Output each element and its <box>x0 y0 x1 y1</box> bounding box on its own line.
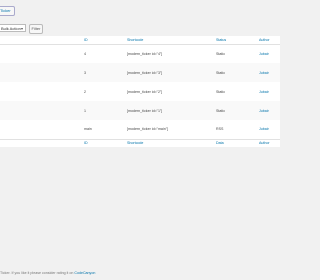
row-id: 1 <box>84 108 86 113</box>
row-spacer <box>0 101 84 120</box>
chevron-down-icon: ▾ <box>20 26 23 31</box>
column-header-shortcode[interactable]: Shortcode <box>127 36 216 44</box>
row-status: Static <box>216 108 225 113</box>
row-shortcode: [modern_ticker id="main"] <box>127 127 169 132</box>
table-row: 3 [modern_ticker id="3"] Static Jubair <box>0 63 280 82</box>
row-author-link[interactable]: Jubair <box>259 101 280 120</box>
table-row: 4 [modern_ticker id="4"] Static Jubair <box>0 44 280 63</box>
bulk-action-label: Bulk Action <box>1 26 21 31</box>
row-shortcode: [modern_ticker id="1"] <box>127 108 163 113</box>
column-spacer <box>0 139 84 147</box>
row-id: 4 <box>84 51 86 56</box>
row-author-link[interactable]: Jubair <box>259 63 280 82</box>
footer-header-id[interactable]: ID <box>84 139 127 147</box>
row-author-link[interactable]: Jubair <box>259 120 280 139</box>
column-spacer <box>0 36 84 44</box>
row-status: Static <box>216 70 225 75</box>
row-spacer <box>0 44 84 63</box>
row-status: Static <box>216 89 225 94</box>
row-id: 3 <box>84 70 86 75</box>
footer-header-shortcode[interactable]: Shortcode <box>127 139 216 147</box>
row-status: Static <box>216 51 225 56</box>
row-author-link[interactable]: Jubair <box>259 44 280 63</box>
table-row: 1 [modern_ticker id="1"] Static Jubair <box>0 101 280 120</box>
table-row: main [modern_ticker id="main"] RSS Jubai… <box>0 120 280 139</box>
footer-credit: Ticker. If you like it please consider r… <box>0 271 95 275</box>
row-id: 2 <box>84 89 86 94</box>
column-header-status[interactable]: Status <box>216 36 259 44</box>
table-row: 2 [modern_ticker id="2"] Static Jubair <box>0 82 280 101</box>
row-shortcode: [modern_ticker id="2"] <box>127 89 163 94</box>
row-shortcode: [modern_ticker id="4"] <box>127 51 163 56</box>
footer-header-author[interactable]: Author <box>259 139 280 147</box>
table-header-row: ID Shortcode Status Author <box>0 36 280 44</box>
row-author-link[interactable]: Jubair <box>259 82 280 101</box>
column-header-id[interactable]: ID <box>84 36 127 44</box>
row-shortcode: [modern_ticker id="3"] <box>127 70 163 75</box>
row-spacer <box>0 63 84 82</box>
codecanyon-link[interactable]: CodeCanyon <box>74 271 95 275</box>
footer-header-status[interactable]: Data <box>216 139 259 147</box>
tickers-table: ID Shortcode Status Author 4 [modern_tic… <box>0 36 280 147</box>
add-new-ticker-button[interactable]: Ticker <box>0 6 15 16</box>
row-spacer <box>0 82 84 101</box>
row-status: RSS <box>216 127 224 132</box>
row-spacer <box>0 120 84 139</box>
filter-button[interactable]: Filter <box>29 24 43 34</box>
table-footer-row: ID Shortcode Data Author <box>0 139 280 147</box>
row-id: main <box>84 127 92 132</box>
column-header-author[interactable]: Author <box>259 36 280 44</box>
footer-text: Ticker. If you like it please consider r… <box>0 271 75 275</box>
bulk-action-select[interactable]: Bulk Action ▾ <box>0 24 26 32</box>
